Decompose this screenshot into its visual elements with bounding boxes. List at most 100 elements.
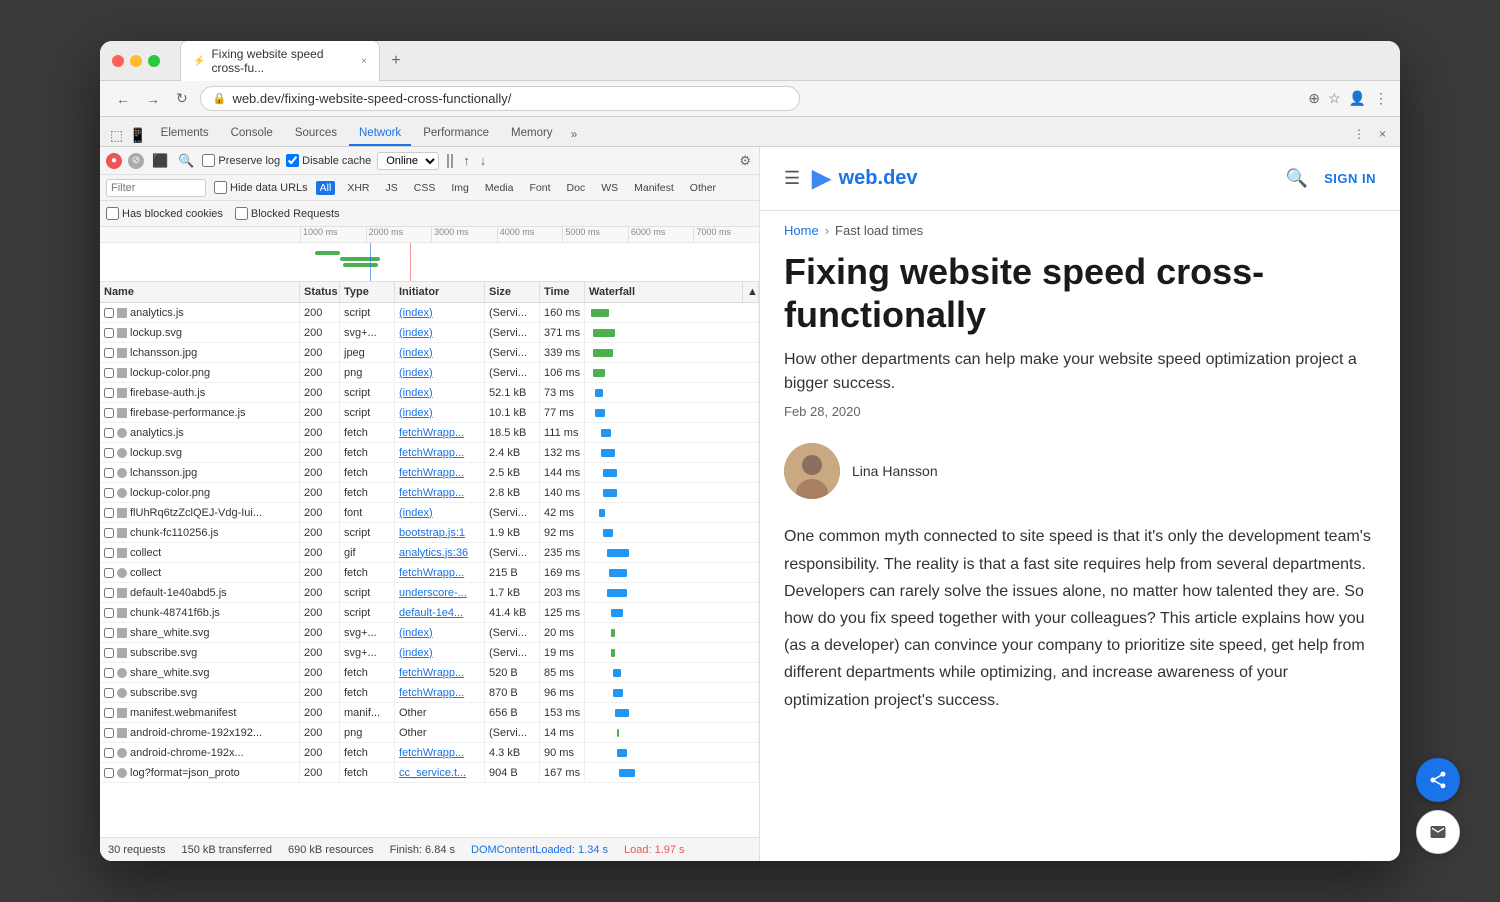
row-checkbox[interactable] xyxy=(104,508,114,518)
tab-elements[interactable]: Elements xyxy=(151,122,219,146)
table-row[interactable]: share_white.svg 200 fetch fetchWrapp... … xyxy=(100,663,759,683)
row-checkbox[interactable] xyxy=(104,748,114,758)
row-checkbox[interactable] xyxy=(104,388,114,398)
tab-performance[interactable]: Performance xyxy=(413,122,499,146)
table-row[interactable]: firebase-performance.js 200 script (inde… xyxy=(100,403,759,423)
tab-memory[interactable]: Memory xyxy=(501,122,563,146)
row-checkbox[interactable] xyxy=(104,568,114,578)
devtools-more-tabs[interactable]: » xyxy=(565,122,584,146)
network-settings-button[interactable]: ⚙ xyxy=(737,151,753,171)
row-checkbox[interactable] xyxy=(104,368,114,378)
reload-button[interactable]: ↻ xyxy=(172,86,192,111)
disable-cache-label[interactable]: Disable cache xyxy=(286,154,371,167)
table-row[interactable]: lockup.svg 200 svg+... (index) (Servi...… xyxy=(100,323,759,343)
profile-icon[interactable]: 👤 xyxy=(1349,90,1366,107)
table-row[interactable]: chunk-48741f6b.js 200 script default-1e4… xyxy=(100,603,759,623)
filter-all[interactable]: All xyxy=(316,181,336,195)
row-checkbox[interactable] xyxy=(104,348,114,358)
filter-media[interactable]: Media xyxy=(481,181,518,195)
table-row[interactable]: subscribe.svg 200 svg+... (index) (Servi… xyxy=(100,643,759,663)
filter-xhr[interactable]: XHR xyxy=(343,181,373,195)
tab-console[interactable]: Console xyxy=(221,122,283,146)
devtools-inspect-icon[interactable]: ⬚ xyxy=(108,125,125,146)
table-row[interactable]: android-chrome-192x192... 200 png Other … xyxy=(100,723,759,743)
blocked-requests-label[interactable]: Blocked Requests xyxy=(235,207,340,220)
filter-js[interactable]: JS xyxy=(382,181,402,195)
sign-in-button[interactable]: SIGN IN xyxy=(1324,171,1376,186)
filter-other[interactable]: Other xyxy=(686,181,720,195)
record-button[interactable]: ● xyxy=(106,153,122,169)
forward-button[interactable]: → xyxy=(142,87,164,111)
row-checkbox[interactable] xyxy=(104,588,114,598)
table-row[interactable]: flUhRq6tzZclQEJ-Vdg-Iui... 200 font (ind… xyxy=(100,503,759,523)
web-logo[interactable]: ▶ web.dev xyxy=(812,164,917,193)
hide-data-urls-checkbox[interactable] xyxy=(214,181,227,194)
filter-font[interactable]: Font xyxy=(525,181,554,195)
table-row[interactable]: default-1e40abd5.js 200 script underscor… xyxy=(100,583,759,603)
search-icon[interactable]: 🔍 xyxy=(176,151,196,171)
tab-sources[interactable]: Sources xyxy=(285,122,347,146)
table-row[interactable]: manifest.webmanifest 200 manif... Other … xyxy=(100,703,759,723)
cast-icon[interactable]: ⊕ xyxy=(1308,90,1320,107)
row-checkbox[interactable] xyxy=(104,548,114,558)
has-blocked-cookies-label[interactable]: Has blocked cookies xyxy=(106,207,223,220)
row-checkbox[interactable] xyxy=(104,608,114,618)
filter-img[interactable]: Img xyxy=(447,181,473,195)
row-checkbox[interactable] xyxy=(104,468,114,478)
maximize-button[interactable] xyxy=(148,55,160,67)
row-checkbox[interactable] xyxy=(104,308,114,318)
table-row[interactable]: lockup.svg 200 fetch fetchWrapp... 2.4 k… xyxy=(100,443,759,463)
row-checkbox[interactable] xyxy=(104,688,114,698)
row-checkbox[interactable] xyxy=(104,648,114,658)
preserve-log-checkbox[interactable] xyxy=(202,154,215,167)
table-row[interactable]: android-chrome-192x... 200 fetch fetchWr… xyxy=(100,743,759,763)
row-checkbox[interactable] xyxy=(104,328,114,338)
row-checkbox[interactable] xyxy=(104,628,114,638)
row-checkbox[interactable] xyxy=(104,768,114,778)
new-tab-button[interactable]: + xyxy=(384,49,408,73)
table-row[interactable]: analytics.js 200 fetch fetchWrapp... 18.… xyxy=(100,423,759,443)
filter-icon[interactable]: ⬛ xyxy=(150,151,170,171)
filter-css[interactable]: CSS xyxy=(410,181,440,195)
export-button[interactable]: ↓ xyxy=(478,151,489,170)
row-checkbox[interactable] xyxy=(104,448,114,458)
devtools-mobile-icon[interactable]: 📱 xyxy=(127,125,148,146)
stop-button[interactable]: ⊘ xyxy=(128,153,144,169)
tab-network[interactable]: Network xyxy=(349,122,411,146)
row-checkbox[interactable] xyxy=(104,528,114,538)
devtools-close-button[interactable]: × xyxy=(1373,122,1392,146)
row-checkbox[interactable] xyxy=(104,668,114,678)
table-row[interactable]: lchansson.jpg 200 fetch fetchWrapp... 2.… xyxy=(100,463,759,483)
filter-ws[interactable]: WS xyxy=(597,181,622,195)
bookmark-icon[interactable]: ☆ xyxy=(1328,90,1341,107)
table-row[interactable]: chunk-fc110256.js 200 script bootstrap.j… xyxy=(100,523,759,543)
table-row[interactable]: subscribe.svg 200 fetch fetchWrapp... 87… xyxy=(100,683,759,703)
table-row[interactable]: firebase-auth.js 200 script (index) 52.1… xyxy=(100,383,759,403)
preserve-log-label[interactable]: Preserve log xyxy=(202,154,280,167)
throttle-select[interactable]: Online xyxy=(377,152,439,170)
tab-close-button[interactable]: × xyxy=(361,56,367,67)
has-blocked-cookies-checkbox[interactable] xyxy=(106,207,119,220)
table-row[interactable]: lchansson.jpg 200 jpeg (index) (Servi...… xyxy=(100,343,759,363)
filter-doc[interactable]: Doc xyxy=(563,181,590,195)
filter-manifest[interactable]: Manifest xyxy=(630,181,678,195)
row-checkbox[interactable] xyxy=(104,488,114,498)
close-button[interactable] xyxy=(112,55,124,67)
table-row[interactable]: share_white.svg 200 svg+... (index) (Ser… xyxy=(100,623,759,643)
table-row[interactable]: lockup-color.png 200 png (index) (Servi.… xyxy=(100,363,759,383)
minimize-button[interactable] xyxy=(130,55,142,67)
breadcrumb-home[interactable]: Home xyxy=(784,223,819,238)
search-icon[interactable]: 🔍 xyxy=(1286,168,1308,189)
table-row[interactable]: log?format=json_proto 200 fetch cc_servi… xyxy=(100,763,759,783)
row-checkbox[interactable] xyxy=(104,408,114,418)
row-checkbox[interactable] xyxy=(104,708,114,718)
disable-cache-checkbox[interactable] xyxy=(286,154,299,167)
table-row[interactable]: analytics.js 200 script (index) (Servi..… xyxy=(100,303,759,323)
blocked-requests-checkbox[interactable] xyxy=(235,207,248,220)
table-row[interactable]: collect 200 fetch fetchWrapp... 215 B 16… xyxy=(100,563,759,583)
row-checkbox[interactable] xyxy=(104,428,114,438)
filter-input[interactable] xyxy=(106,179,206,197)
menu-icon[interactable]: ⋮ xyxy=(1374,90,1388,107)
hamburger-menu-icon[interactable]: ☰ xyxy=(784,168,800,189)
active-tab[interactable]: ⚡ Fixing website speed cross-fu... × xyxy=(180,41,380,81)
